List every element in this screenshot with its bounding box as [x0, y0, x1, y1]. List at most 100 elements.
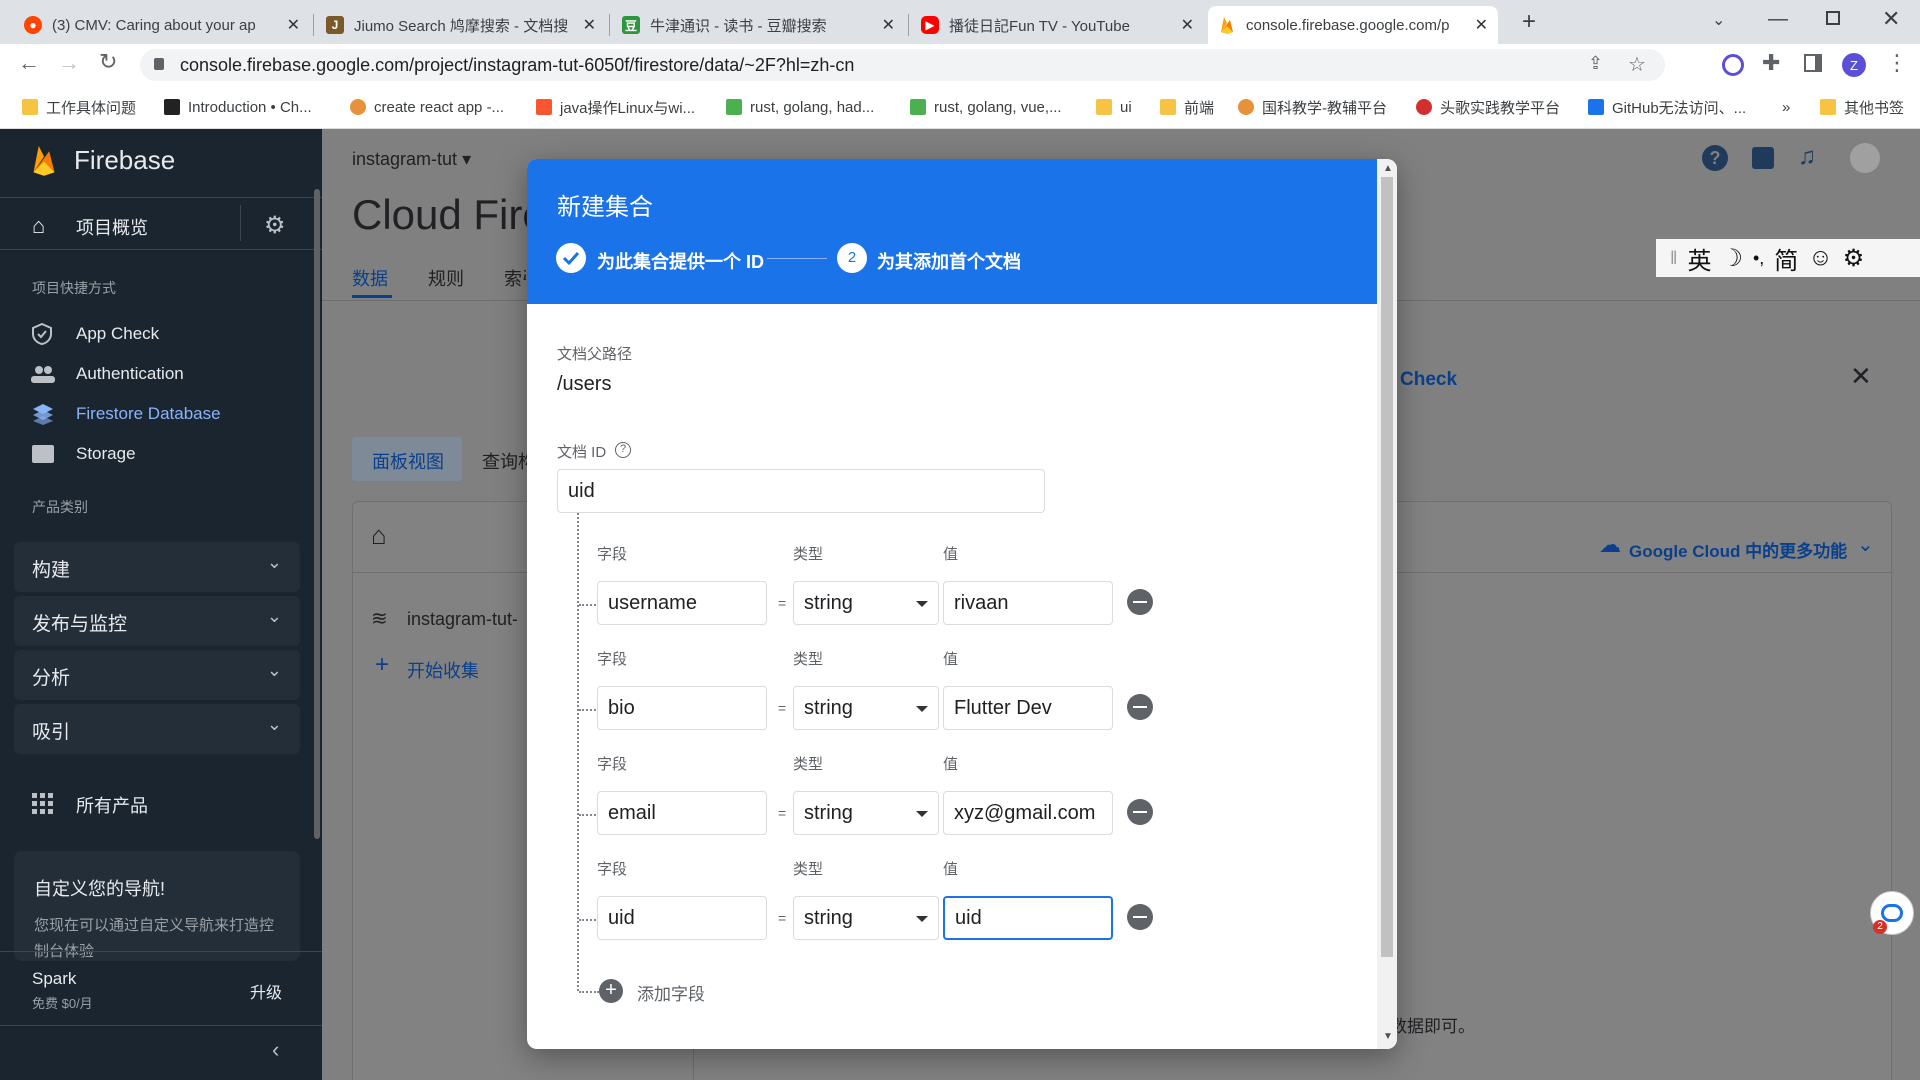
browser-tab[interactable]: 豆 牛津通识 - 读书 - 豆瓣搜索 ✕: [612, 6, 905, 44]
field-name-input[interactable]: uid: [597, 896, 767, 940]
field-name-input[interactable]: email: [597, 791, 767, 835]
nav-group-analytics[interactable]: 分析 ⌄: [14, 650, 300, 700]
field-value-input[interactable]: xyz@gmail.com: [943, 791, 1113, 835]
close-window-icon[interactable]: ✕: [1882, 6, 1900, 32]
account-avatar[interactable]: [1850, 143, 1880, 173]
start-collection-button[interactable]: 开始收集: [407, 657, 479, 683]
remove-field-icon[interactable]: [1127, 799, 1153, 825]
help-icon[interactable]: ?: [1702, 145, 1728, 171]
close-tab-icon[interactable]: ✕: [882, 15, 895, 35]
field-type-select[interactable]: string: [793, 791, 939, 835]
settings-gear-icon[interactable]: ⚙: [264, 211, 286, 240]
home-icon[interactable]: ⌂: [371, 520, 387, 551]
bookmark-item[interactable]: 工作具体问题: [22, 97, 136, 117]
tab-rules[interactable]: 规则: [428, 265, 464, 291]
gcloud-more-link[interactable]: Google Cloud 中的更多功能: [1629, 537, 1847, 562]
release-notes-icon[interactable]: [1752, 147, 1774, 169]
bookmark-item[interactable]: 国科教学-教辅平台: [1238, 97, 1387, 117]
extension-eye-icon[interactable]: [1722, 54, 1744, 76]
bookmark-item[interactable]: rust, golang, vue,...: [910, 97, 1062, 117]
restore-icon[interactable]: [1826, 11, 1840, 25]
sidebar-scrollbar[interactable]: [314, 189, 320, 839]
close-tab-icon[interactable]: ✕: [1475, 15, 1488, 35]
close-banner-icon[interactable]: ✕: [1850, 361, 1872, 392]
side-panel-icon[interactable]: [1804, 54, 1822, 72]
browser-tab[interactable]: ● (3) CMV: Caring about your ap ✕: [14, 6, 310, 44]
tab-indexes[interactable]: 索引: [504, 265, 526, 291]
app-check-banner-link[interactable]: Check: [1400, 369, 1457, 391]
browser-tab[interactable]: J Jiumo Search 鸠摩搜索 - 文档搜 ✕: [316, 6, 606, 44]
nav-group-build[interactable]: 构建 ⌄: [14, 542, 300, 592]
all-products-link[interactable]: 所有产品: [76, 792, 148, 818]
project-overview-link[interactable]: 项目概览: [76, 214, 148, 240]
add-field-button[interactable]: 添加字段: [637, 980, 705, 1005]
field-type-select[interactable]: string: [793, 581, 939, 625]
close-tab-icon[interactable]: ✕: [583, 15, 596, 35]
extensions-puzzle-icon[interactable]: ✚: [1762, 50, 1780, 76]
field-type-select[interactable]: string: [793, 686, 939, 730]
bookmark-item[interactable]: Introduction • Ch...: [164, 97, 312, 117]
profile-avatar[interactable]: Z: [1842, 53, 1866, 77]
bookmark-item[interactable]: ui: [1096, 97, 1132, 117]
collapse-sidebar-icon[interactable]: ‹: [272, 1037, 279, 1063]
field-name-input[interactable]: username: [597, 581, 767, 625]
remove-field-icon[interactable]: [1127, 694, 1153, 720]
sidebar-item-authentication[interactable]: Authentication: [76, 364, 184, 384]
home-icon[interactable]: ⌂: [32, 213, 45, 239]
remove-field-icon[interactable]: [1127, 589, 1153, 615]
back-icon[interactable]: ←: [18, 50, 40, 76]
assistant-bubble-icon[interactable]: 2: [1870, 891, 1914, 935]
root-collection[interactable]: instagram-tut-6050f: [407, 609, 517, 630]
punctuation-icon[interactable]: •,: [1753, 248, 1764, 269]
ime-simplified-toggle[interactable]: 简: [1774, 241, 1798, 276]
project-selector[interactable]: instagram-tut ▾: [352, 149, 471, 170]
nav-group-release[interactable]: 发布与监控 ⌄: [14, 596, 300, 646]
bookmark-item[interactable]: rust, golang, had...: [726, 97, 874, 117]
dialog-scrollbar[interactable]: ▲ ▼: [1377, 159, 1397, 1049]
notifications-bell-icon[interactable]: ♫: [1798, 143, 1816, 171]
field-value-input[interactable]: rivaan: [943, 581, 1113, 625]
smile-icon[interactable]: ☺: [1808, 244, 1833, 272]
field-value-input[interactable]: Flutter Dev: [943, 686, 1113, 730]
tab-search-icon[interactable]: ⌄: [1712, 10, 1725, 30]
browser-tab-active[interactable]: console.firebase.google.com/p ✕: [1208, 6, 1498, 44]
new-tab-icon[interactable]: +: [1522, 8, 1536, 36]
url-text[interactable]: console.firebase.google.com/project/inst…: [180, 55, 854, 76]
tab-data[interactable]: 数据: [352, 265, 388, 291]
sidebar-item-storage[interactable]: Storage: [76, 444, 136, 464]
browser-tab[interactable]: ▶ 播徒日記Fun TV - YouTube ✕: [911, 6, 1204, 44]
moon-icon[interactable]: ☽: [1721, 244, 1743, 273]
bookmark-star-icon[interactable]: ☆: [1628, 52, 1646, 77]
other-bookmarks[interactable]: 其他书签: [1820, 97, 1904, 117]
bookmark-item[interactable]: 头歌实践教学平台: [1416, 97, 1560, 117]
nav-group-engage[interactable]: 吸引 ⌄: [14, 704, 300, 754]
menu-kebab-icon[interactable]: ⋮: [1886, 50, 1908, 76]
bookmark-item[interactable]: create react app -...: [350, 97, 504, 117]
minimize-icon[interactable]: —: [1768, 8, 1788, 31]
remove-field-icon[interactable]: [1127, 904, 1153, 930]
bookmark-item[interactable]: GitHub无法访问、...: [1588, 97, 1746, 117]
add-field-plus-icon[interactable]: +: [599, 979, 623, 1003]
scrollbar-thumb[interactable]: [1381, 177, 1393, 957]
bookmark-item[interactable]: java操作Linux与wi...: [536, 97, 695, 117]
panel-view-tab[interactable]: 面板视图: [352, 437, 462, 481]
bookmark-item[interactable]: 前端: [1160, 97, 1214, 117]
forward-icon[interactable]: →: [58, 50, 80, 76]
query-builder-tab[interactable]: 查询构建器: [482, 448, 528, 474]
reload-icon[interactable]: ↻: [99, 49, 117, 75]
ime-drag-handle-icon[interactable]: ‖: [1670, 248, 1677, 269]
ime-settings-gear-icon[interactable]: ⚙: [1843, 244, 1865, 273]
field-name-input[interactable]: bio: [597, 686, 767, 730]
address-bar[interactable]: console.firebase.google.com/project/inst…: [140, 49, 1665, 81]
help-circle-icon[interactable]: ?: [615, 442, 631, 458]
ime-language-toggle[interactable]: 英: [1687, 241, 1711, 276]
document-id-input[interactable]: uid: [557, 469, 1045, 513]
bookmarks-more-icon[interactable]: »: [1782, 97, 1790, 117]
close-tab-icon[interactable]: ✕: [1181, 15, 1194, 35]
field-type-select[interactable]: string: [793, 896, 939, 940]
share-icon[interactable]: ⇪: [1588, 53, 1603, 74]
sidebar-item-firestore[interactable]: Firestore Database: [76, 404, 221, 424]
sidebar-item-app-check[interactable]: App Check: [76, 324, 159, 344]
field-value-input-focused[interactable]: uid: [943, 896, 1113, 940]
upgrade-button[interactable]: 升级: [250, 979, 282, 1003]
